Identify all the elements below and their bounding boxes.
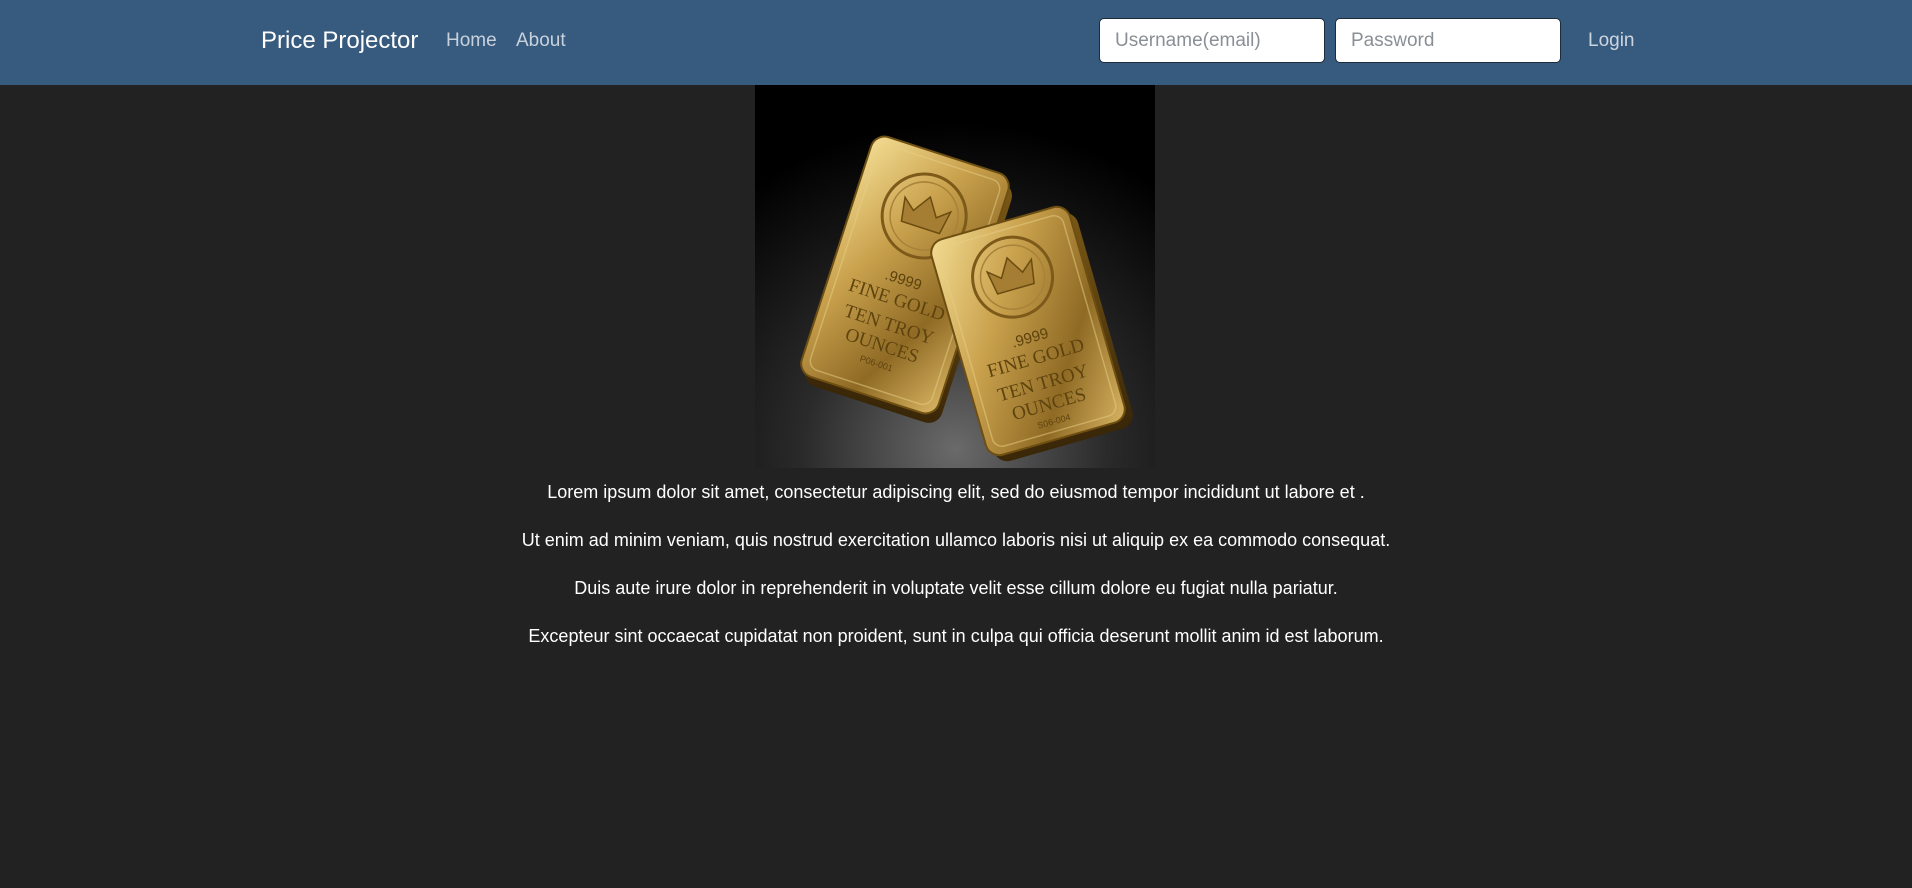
login-button[interactable]: Login [1588,29,1635,53]
paragraph-line: Ut enim ad minim veniam, quis nostrud ex… [521,530,1391,550]
paragraph-line: Lorem ipsum dolor sit amet, consectetur … [547,482,1365,502]
password-input[interactable] [1335,18,1561,63]
content-text: Lorem ipsum dolor sit amet, consectetur … [0,478,1912,670]
nav-link-home[interactable]: Home [446,29,497,53]
nav-link-about[interactable]: About [516,29,566,53]
paragraph-line: Duis aute irure dolor in reprehenderit i… [574,578,1338,598]
brand-link[interactable]: Price Projector [261,26,418,56]
top-navbar: Price Projector Home About Login [0,0,1912,85]
paragraph-line: Excepteur sint occaecat cupidatat non pr… [528,626,1384,646]
username-input[interactable] [1099,18,1325,63]
gold-bars-image: .9999 FINE GOLD TEN TROY OUNCES P06-001 … [755,85,1155,468]
